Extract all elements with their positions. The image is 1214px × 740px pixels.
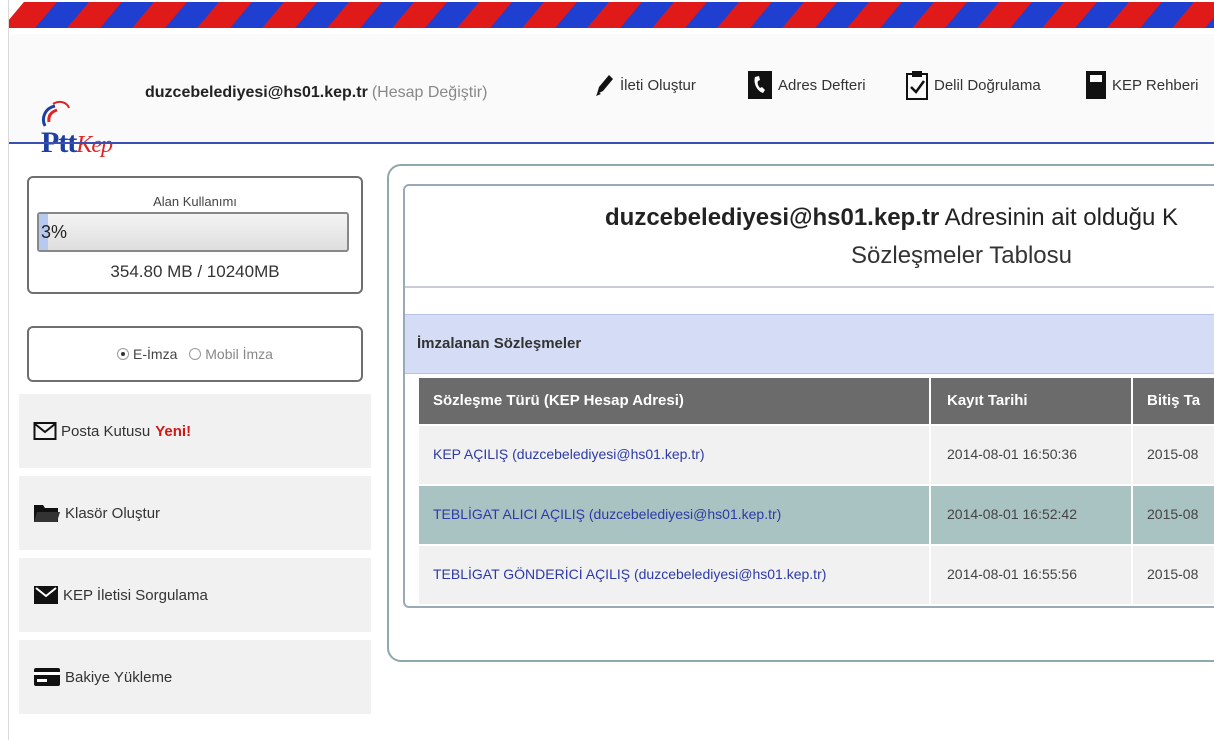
contract-date: 2014-08-01 16:52:42	[947, 506, 1077, 522]
column-header-type: Sözleşme Türü (KEP Hesap Adresi)	[433, 392, 684, 409]
new-badge: Yeni!	[155, 422, 192, 440]
radio-selected-icon	[117, 348, 130, 360]
radio-unselected-icon	[189, 348, 202, 360]
radio-mobil-imza-label: Mobil İmza	[205, 346, 273, 362]
contract-end: 2015-08	[1147, 566, 1199, 582]
nav-kep-directory[interactable]: KEP Rehberi	[1085, 62, 1198, 108]
book-icon	[1086, 71, 1106, 99]
pen-icon	[596, 75, 613, 96]
nav-kep-directory-label: KEP Rehberi	[1112, 76, 1199, 94]
sidebar-item-kep-query[interactable]: KEP İletisi Sorgulama	[19, 558, 371, 636]
row-separator	[929, 486, 931, 544]
phone-book-icon	[748, 71, 772, 99]
nav-evidence-label: Delil Doğrulama	[934, 76, 1041, 94]
row-separator	[1131, 426, 1133, 484]
storage-usage-size: 354.80 MB / 10240MB	[110, 262, 280, 281]
contract-type-link[interactable]: KEP AÇILIŞ (duzcebelediyesi@hs01.kep.tr)	[433, 446, 705, 462]
sidebar-item-inbox[interactable]: Posta Kutusu Yeni!	[19, 394, 371, 472]
column-header-date: Kayıt Tarihi	[947, 392, 1028, 409]
signature-type-panel: E-İmza Mobil İmza	[27, 326, 363, 382]
nav-compose-label: İleti Oluştur	[620, 76, 696, 94]
table-header: Sözleşme Türü (KEP Hesap Adresi) Kayıt T…	[419, 378, 1214, 424]
app-frame: PttKep duzcebelediyesi@hs01.kep.tr (Hesap…	[8, 0, 1214, 740]
row-separator	[929, 546, 931, 604]
sidebar-item-balance-label: Bakiye Yükleme	[65, 668, 173, 686]
title-divider	[405, 286, 1214, 288]
folder-icon	[34, 505, 60, 522]
credit-card-icon	[34, 668, 60, 686]
signature-options: E-İmza Mobil İmza	[29, 346, 361, 362]
table-row[interactable]: KEP AÇILIŞ (duzcebelediyesi@hs01.kep.tr)…	[419, 426, 1214, 484]
storage-usage-percent: 3%	[41, 222, 68, 242]
column-separator	[1131, 378, 1133, 424]
radio-e-imza-label: E-İmza	[133, 346, 178, 362]
contract-type-link[interactable]: TEBLİGAT GÖNDERİCİ AÇILIŞ (duzcebelediye…	[433, 566, 826, 582]
page-title-rest: Adresinin ait olduğu K	[944, 204, 1179, 231]
column-separator	[929, 378, 931, 424]
row-separator	[1131, 486, 1133, 544]
sidebar-item-balance-top-up[interactable]: Bakiye Yükleme	[19, 640, 371, 718]
radio-e-imza[interactable]: E-İmza	[117, 346, 177, 362]
sidebar-item-kep-query-label: KEP İletisi Sorgulama	[63, 586, 208, 604]
row-separator	[1131, 546, 1133, 604]
sidebar-item-create-folder-label: Klasör Oluştur	[65, 504, 161, 522]
contract-date: 2014-08-01 16:55:56	[947, 566, 1077, 582]
page-title-email: duzcebelediyesi@hs01.kep.tr	[605, 204, 940, 231]
row-separator	[929, 426, 931, 484]
contract-end: 2015-08	[1147, 506, 1199, 522]
nav-compose-message[interactable]: İleti Oluştur	[593, 62, 696, 108]
account-email: duzcebelediyesi@hs01.kep.tr	[145, 84, 368, 101]
pttkep-logo[interactable]: PttKep	[23, 50, 123, 159]
contract-type-link[interactable]: TEBLİGAT ALICI AÇILIŞ (duzcebelediyesi@h…	[433, 506, 781, 522]
envelope-icon	[33, 422, 57, 440]
radio-mobil-imza[interactable]: Mobil İmza	[189, 346, 273, 362]
section-title: İmzalanan Sözleşmeler	[417, 335, 582, 352]
account-info: duzcebelediyesi@hs01.kep.tr (Hesap Değişt…	[145, 84, 487, 102]
column-header-end: Bitiş Ta	[1147, 392, 1201, 409]
section-header: İmzalanan Sözleşmeler	[405, 314, 1214, 374]
table-row[interactable]: TEBLİGAT ALICI AÇILIŞ (duzcebelediyesi@h…	[419, 486, 1214, 544]
change-account-link[interactable]: (Hesap Değiştir)	[372, 84, 488, 101]
sidebar-item-create-folder[interactable]: Klasör Oluştur	[19, 476, 371, 554]
page-title: duzcebelediyesi@hs01.kep.tr Adresinin ai…	[605, 204, 1178, 232]
storage-usage-label: Alan Kullanımı	[153, 194, 237, 209]
contract-date: 2014-08-01 16:50:36	[947, 446, 1077, 462]
nav-address-book[interactable]: Adres Defteri	[747, 62, 866, 108]
page-subtitle: Sözleşmeler Tablosu	[851, 242, 1073, 269]
table-row[interactable]: TEBLİGAT GÖNDERİCİ AÇILIŞ (duzcebelediye…	[419, 546, 1214, 604]
nav-address-book-label: Adres Defteri	[778, 76, 866, 94]
mail-search-icon	[34, 586, 58, 604]
sidebar-item-inbox-label: Posta Kutusu	[61, 422, 151, 440]
clipboard-check-icon	[906, 71, 928, 100]
storage-usage-bar: 3%	[37, 212, 349, 252]
airmail-stripe	[9, 2, 1214, 32]
nav-evidence-verification[interactable]: Delil Doğrulama	[905, 62, 1041, 108]
storage-usage-panel: Alan Kullanımı 3% 354.80 MB / 10240MB	[27, 176, 363, 294]
contract-end: 2015-08	[1147, 446, 1199, 462]
header-divider	[9, 142, 1214, 144]
contracts-panel: duzcebelediyesi@hs01.kep.tr Adresinin ai…	[403, 184, 1214, 608]
